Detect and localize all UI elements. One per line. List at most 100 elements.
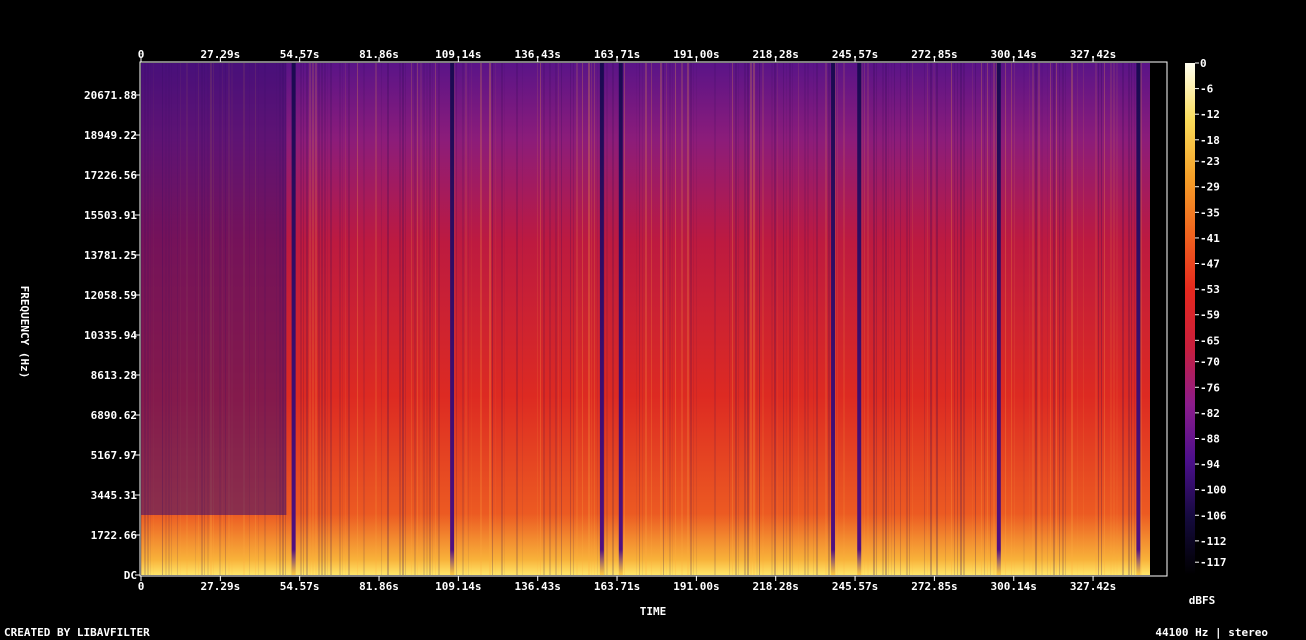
spectrogram-band — [558, 63, 559, 575]
spectrogram-band — [867, 63, 869, 575]
spectrogram-band — [1104, 63, 1105, 575]
spectrogram-band — [774, 63, 776, 575]
spectrogram-band — [885, 63, 887, 575]
spectrogram-band — [663, 63, 664, 575]
spectrogram-band — [924, 63, 925, 575]
spectrogram-band — [576, 63, 578, 575]
spectrogram-band — [894, 63, 895, 575]
spectrogram-band — [357, 63, 358, 575]
spectrogram-band — [750, 63, 752, 575]
spectrogram-band — [399, 63, 401, 575]
colorbar-tick-label: -70 — [1200, 356, 1220, 369]
colorbar-tick-label: 0 — [1200, 57, 1207, 70]
spectrogram-band — [759, 63, 760, 575]
spectrogram-band — [300, 63, 302, 575]
spectrogram-band — [696, 63, 697, 575]
spectrogram-plot-area — [141, 63, 1166, 575]
spectrogram-band — [1071, 63, 1073, 575]
spectrogram-band — [1005, 63, 1006, 575]
spectrogram-band — [807, 63, 809, 575]
spectrogram-band — [936, 63, 938, 575]
colorbar-gradient — [1185, 63, 1195, 575]
spectrogram-band — [318, 63, 320, 575]
spectrogram-band — [993, 63, 995, 575]
spectrogram-band — [843, 63, 845, 575]
spectrogram-band — [798, 63, 799, 575]
spectrogram-band — [864, 63, 865, 575]
x-tick-label-top: 245.57s — [832, 48, 878, 61]
spectrogram-band — [891, 63, 892, 575]
x-tick-label-top: 272.85s — [911, 48, 957, 61]
spectrogram-band — [432, 63, 433, 575]
spectrogram-gap — [1136, 63, 1141, 575]
spectrogram-band — [1035, 63, 1037, 575]
spectrogram-band — [438, 63, 440, 575]
spectrogram-band — [423, 63, 425, 575]
colorbar-tick-label: -6 — [1200, 83, 1214, 96]
spectrogram-band — [555, 63, 557, 575]
x-tick-label-top: 0 — [138, 48, 145, 61]
spectrogram-band — [516, 63, 518, 575]
y-tick-label: 13781.25 — [84, 249, 137, 262]
spectrogram-band — [312, 63, 314, 575]
spectrogram-band — [1023, 63, 1025, 575]
y-tick-label: 6890.62 — [91, 409, 137, 422]
spectrogram-band — [1122, 63, 1124, 575]
colorbar-tick-label: -18 — [1200, 134, 1220, 147]
x-tick-label-bottom: 136.43s — [515, 580, 561, 593]
y-tick-label: 3445.31 — [91, 489, 138, 502]
spectrogram-band — [504, 63, 505, 575]
y-tick-label: 5167.97 — [91, 449, 137, 462]
spectrogram-band — [606, 63, 608, 575]
x-axis-bottom-ticks: 0 27.29s 54.57s 81.86s 109.14s 136.43s 163.71s… — [138, 576, 1116, 593]
spectrogram-band — [306, 63, 308, 575]
spectrogram-band — [861, 63, 863, 575]
spectrogram-gap — [857, 63, 862, 575]
spectrogram-band — [738, 63, 739, 575]
spectrogram-band — [930, 63, 932, 575]
y-tick-label: 17226.56 — [84, 169, 137, 182]
spectrogram-band — [495, 63, 496, 575]
spectrogram-band — [912, 63, 913, 575]
spectrogram-band — [1131, 63, 1132, 575]
spectrogram-band — [582, 63, 583, 575]
spectrogram-band — [1059, 63, 1060, 575]
x-tick-label-bottom: 27.29s — [200, 580, 240, 593]
spectrogram-band — [1128, 63, 1130, 575]
spectrogram-band — [909, 63, 910, 575]
colorbar-tick-label: -94 — [1200, 458, 1220, 471]
spectrogram-gap — [618, 63, 623, 575]
y-tick-label: 12058.59 — [84, 289, 137, 302]
colorbar-tick-label: -88 — [1200, 432, 1220, 445]
y-tick-label: 20671.88 — [84, 89, 137, 102]
spectrogram-band — [549, 63, 551, 575]
colorbar-tick-label: -23 — [1200, 155, 1220, 168]
spectrogram-band — [1038, 63, 1040, 575]
spectrogram-band — [588, 63, 590, 575]
spectrogram-band — [339, 63, 341, 575]
spectrogram-quiet-intro — [141, 63, 287, 515]
spectrogram-band — [321, 63, 323, 575]
spectrogram-band — [957, 63, 958, 575]
spectrogram-band — [981, 63, 982, 575]
spectrogram-gap — [831, 63, 836, 575]
x-tick-label-top: 163.71s — [594, 48, 640, 61]
spectrogram-band — [315, 63, 317, 575]
spectrogram-band — [753, 63, 755, 575]
x-tick-label-bottom: 163.71s — [594, 580, 640, 593]
spectrogram-band — [669, 63, 671, 575]
spectrogram-chart: 0 27.29s 54.57s 81.86s 109.14s 136.43s 163.71s… — [18, 48, 1227, 618]
x-tick-label-top: 218.28s — [753, 48, 799, 61]
spectrogram-band — [1053, 63, 1055, 575]
x-tick-label-bottom: 327.42s — [1070, 580, 1116, 593]
colorbar-tick-label: -59 — [1200, 309, 1220, 322]
spectrogram-band — [522, 63, 523, 575]
spectrogram-band — [426, 63, 428, 575]
x-tick-label-bottom: 245.57s — [832, 580, 878, 593]
spectrogram-band — [693, 63, 694, 575]
spectrogram-band — [624, 63, 625, 575]
spectrogram-band — [687, 63, 689, 575]
spectrogram-gap — [291, 63, 296, 575]
colorbar-tick-label: -29 — [1200, 181, 1220, 194]
spectrogram-band — [714, 63, 716, 575]
